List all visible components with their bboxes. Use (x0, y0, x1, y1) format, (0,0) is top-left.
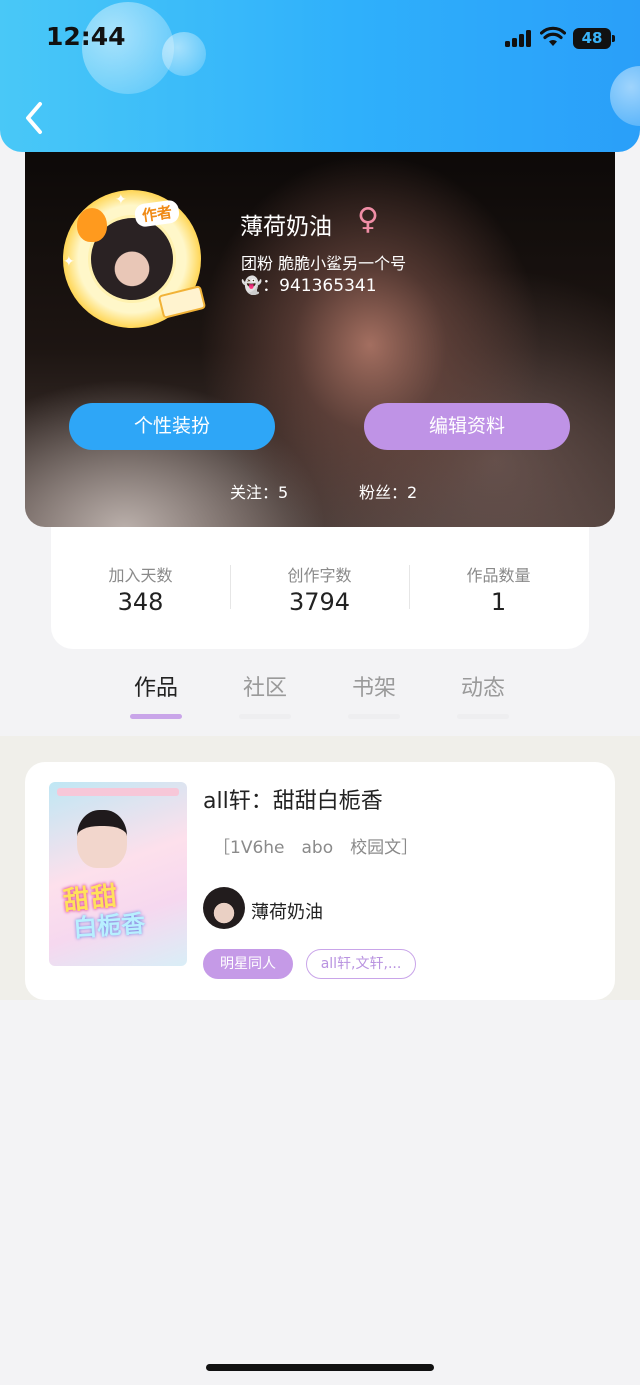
battery-icon: 48 (573, 28, 615, 49)
work-author-name[interactable]: 薄荷奶油 (251, 898, 323, 924)
sparkle-icon: ✦ (63, 254, 75, 270)
stat-value: 1 (490, 588, 507, 616)
tab-indicator (457, 714, 509, 719)
cover-title-line2: 白栀香 (72, 909, 147, 943)
edit-profile-button[interactable]: 编辑资料 (364, 403, 570, 450)
stat-label: 创作字数 (287, 566, 352, 585)
work-cover[interactable]: 甜甜 白栀香 (49, 782, 187, 966)
tab-bookshelf[interactable]: 书架 (334, 670, 414, 719)
profile-nickname: 薄荷奶油 (240, 214, 332, 240)
qq-number-line: 👻：941365341 (241, 271, 377, 296)
stat-word-count: 创作字数 3794 (230, 562, 409, 616)
female-gender-icon: ♀ (357, 202, 379, 237)
ghost-icon: 👻 (241, 276, 263, 296)
tab-community[interactable]: 社区 (225, 670, 305, 719)
work-item[interactable]: 甜甜 白栀香 all轩：甜甜白栀香 ［1V6he abo 校园文］ 薄荷奶油 明… (25, 762, 615, 1000)
keyword-tag[interactable]: all轩,文轩,... (306, 949, 416, 979)
fans-count[interactable]: 粉丝：2 (359, 479, 417, 503)
decor-bubble-small (162, 32, 206, 76)
cover-portrait (77, 810, 127, 868)
tab-indicator (239, 714, 291, 719)
profile-tabs: 作品 社区 书架 动态 (0, 660, 640, 736)
home-indicator[interactable] (206, 1364, 434, 1371)
cellular-signal-icon (505, 29, 533, 47)
sparkle-icon: ✦ (115, 192, 127, 208)
category-tag[interactable]: 明星同人 (203, 949, 293, 979)
tab-label: 书架 (351, 676, 396, 701)
wifi-icon (540, 26, 566, 46)
profile-card: 作者 ✦ ✦ 薄荷奶油 ♀ 团粉 脆脆小鲨另一个号 👻：941365341 个性… (25, 130, 615, 527)
cover-banner (57, 788, 179, 796)
back-chevron-icon[interactable] (20, 96, 50, 140)
tab-indicator (348, 714, 400, 719)
work-tags: ［1V6he abo 校园文］ (213, 838, 419, 858)
stat-value: 348 (117, 588, 164, 616)
status-time: 12:44 (46, 22, 126, 51)
personal-dress-button[interactable]: 个性装扮 (69, 403, 275, 450)
tab-activity[interactable]: 动态 (443, 670, 523, 719)
author-avatar[interactable] (203, 887, 245, 929)
top-header: 12:44 48 (0, 0, 640, 152)
qq-number: ：941365341 (262, 276, 377, 296)
following-count[interactable]: 关注：5 (230, 479, 288, 503)
stat-work-count: 作品数量 1 (409, 562, 588, 616)
stat-label: 加入天数 (108, 566, 173, 585)
carrot-decoration-icon (77, 208, 107, 242)
tab-label: 动态 (460, 676, 505, 701)
stat-value: 3794 (288, 588, 351, 616)
work-title[interactable]: all轩：甜甜白栀香 (203, 783, 383, 815)
stat-label: 作品数量 (466, 566, 531, 585)
decor-bubble-right (610, 66, 640, 126)
tab-label: 作品 (133, 676, 178, 701)
tab-works[interactable]: 作品 (116, 670, 196, 719)
tab-indicator (130, 714, 182, 719)
tab-label: 社区 (242, 676, 287, 701)
stat-join-days: 加入天数 348 (51, 562, 230, 616)
